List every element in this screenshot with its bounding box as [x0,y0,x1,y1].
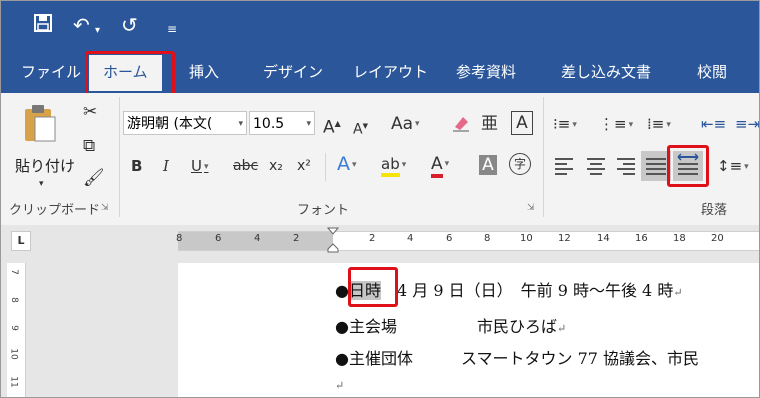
tab-design[interactable]: デザイン [263,61,323,83]
home-tab-highlight [85,51,175,97]
ruler-number: 10 [8,348,19,360]
ruler-number: 6 [215,233,222,244]
ribbon: 貼り付け ▾ ✂ ⧉ 🖌 クリップボード ⇲ 游明朝 (本文( ▾ 10.5 ▾… [1,93,759,226]
repeat-icon[interactable]: ↺ [121,13,138,37]
font-launcher-icon[interactable]: ⇲ [527,203,535,213]
align-left-button[interactable] [553,155,575,177]
character-shading-button[interactable]: A [479,155,497,175]
text-effects-button[interactable]: A ▾ [337,153,357,176]
font-size-value: 10.5 [253,116,285,132]
ruler-number: 8 [8,297,19,303]
ruler-number: 4 [407,233,414,244]
ruler-number: 8 [484,233,491,244]
increase-indent-button[interactable]: ≡⇥ [735,113,759,135]
vertical-ruler[interactable]: 7 8 9 10 11 [7,263,26,397]
horizontal-ruler-area: L 8 6 4 2 2 4 6 8 10 12 14 16 18 20 [1,225,759,255]
selected-text-highlight [348,267,398,307]
underline-button[interactable]: U ▾ [191,155,209,178]
title-bar: ↶ ▾ ↺ ≡ [1,1,759,51]
bullets-button[interactable]: ⁝≡ ▾ [553,113,577,136]
font-color-button[interactable]: A ▾ [431,153,449,178]
tab-references[interactable]: 参考資料 [456,61,516,83]
ruler-number: 4 [254,233,261,244]
ruler-number: 8 [176,233,183,244]
clear-formatting-icon[interactable] [451,113,471,139]
enclose-characters-button[interactable]: 字 [509,153,531,175]
ruler-number: 9 [8,325,19,331]
decrease-indent-button[interactable]: ⇤≡ [701,113,726,135]
clipboard-launcher-icon[interactable]: ⇲ [101,203,109,213]
tab-file[interactable]: ファイル [21,61,81,83]
chevron-down-icon: ▾ [306,119,311,129]
ruler-number: 11 [8,376,19,388]
paragraph-mark: ↵ [673,286,683,299]
font-name-combo[interactable]: 游明朝 (本文( ▾ [123,111,247,135]
multilevel-list-button[interactable]: ⁞≡ ▾ [647,113,671,136]
highlight-button[interactable]: ab ▾ [381,153,406,177]
ruler-number: 18 [673,233,686,244]
ruler-number: 7 [8,269,19,275]
chevron-down-icon: ▾ [238,119,243,129]
cut-icon[interactable]: ✂ [83,101,97,123]
ruler-number: 20 [711,233,724,244]
paragraph-mark: ↵ [335,379,345,392]
superscript-button[interactable]: x² [297,155,311,177]
phonetic-guide-icon[interactable]: 亜 [481,113,498,135]
tab-selector[interactable]: L [11,231,31,251]
document-page[interactable]: ●日時 4 月 9 日（日） 午前 9 時～午後 4 時↵ ●主会場 市民ひろば… [178,263,759,397]
word-window: ↶ ▾ ↺ ≡ ファイル ホーム 挿入 デザイン レイアウト 参考資料 差し込み… [0,0,760,398]
tab-insert[interactable]: 挿入 [189,61,219,83]
tab-review[interactable]: 校閲 [697,61,727,83]
change-case-button[interactable]: Aa ▾ [391,113,420,135]
save-icon[interactable] [33,13,53,38]
tab-layout[interactable]: レイアウト [353,61,428,83]
paragraph-mark: ↵ [556,322,567,335]
undo-dropdown-icon[interactable]: ▾ [95,19,100,43]
ruler-number: 6 [446,233,453,244]
ruler-number: 12 [558,233,571,244]
group-separator [543,97,544,217]
bold-button[interactable]: B [131,155,142,177]
tab-mailings[interactable]: 差し込み文書 [561,61,651,83]
italic-button[interactable]: I [163,155,169,177]
grow-font-icon[interactable]: A▲ [323,113,341,139]
copy-icon[interactable]: ⧉ [83,135,95,157]
line-spacing-button[interactable]: ↕≡ ▾ [717,155,749,178]
strikethrough-button[interactable]: abc [233,155,258,177]
doc-line-organizer[interactable]: ●主催団体 スマートタウン 77 協議会、市民 [335,345,699,369]
font-group-label: フォント [297,203,350,218]
paste-dropdown-icon[interactable]: ▾ [39,173,44,195]
align-center-button[interactable] [585,155,607,177]
paste-label[interactable]: 貼り付け [15,155,75,176]
ruler-number: 16 [635,233,648,244]
paragraph-group-label: 段落 [701,203,728,218]
format-painter-icon[interactable]: 🖌 [83,167,105,189]
bullet: ● [335,281,349,300]
indent-marker-icon[interactable] [326,227,340,253]
undo-icon[interactable]: ↶ [73,13,90,37]
customize-qat-icon[interactable]: ≡ [167,17,177,41]
shrink-font-icon[interactable]: A▼ [353,115,368,141]
ruler-number: 2 [369,233,376,244]
align-right-button[interactable] [615,155,637,177]
paste-icon[interactable] [23,103,57,147]
clipboard-group-label: クリップボード [9,203,101,218]
group-separator [119,97,120,217]
numbering-button[interactable]: ⋮≡ ▾ [599,113,633,136]
ruler-number: 10 [520,233,533,244]
datetime-value: 4 月 9 日（日） 午前 9 時～午後 4 時 [397,281,674,300]
separator [325,153,326,181]
ruler-number: 14 [597,233,610,244]
subscript-button[interactable]: x₂ [269,155,283,177]
font-name-value: 游明朝 (本文( [127,116,213,132]
ruler-number: 2 [293,233,300,244]
font-size-combo[interactable]: 10.5 ▾ [249,111,315,135]
doc-line-venue[interactable]: ●主会場 市民ひろば↵ [335,313,566,337]
distributed-align-highlight [667,145,709,187]
character-border-icon[interactable]: A [511,111,533,135]
